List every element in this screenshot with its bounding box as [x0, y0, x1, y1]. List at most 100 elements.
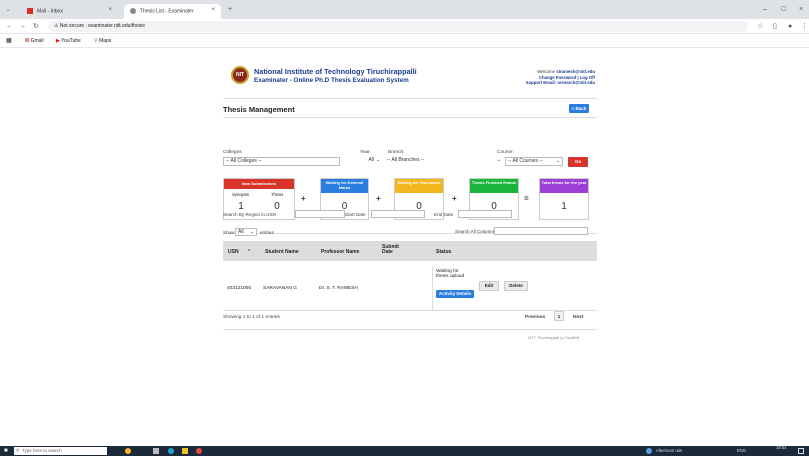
col-professor-name[interactable]: Professor Name: [321, 249, 359, 255]
total-thesis-count[interactable]: 1: [540, 201, 588, 212]
apps-icon[interactable]: ▦: [6, 34, 12, 48]
col-status[interactable]: Status: [436, 249, 451, 255]
previous-button[interactable]: Previous: [525, 315, 545, 320]
end-date-input[interactable]: [458, 210, 512, 218]
notification-icon[interactable]: [798, 448, 804, 454]
explorer-icon[interactable]: [182, 448, 188, 454]
equals-operator: =: [524, 194, 529, 203]
next-button[interactable]: Next: [573, 315, 583, 320]
back-button[interactable]: < Back: [569, 104, 589, 113]
restore-icon[interactable]: ▢: [781, 6, 787, 13]
taskview-icon[interactable]: [153, 448, 159, 454]
thesis-label: Thesis: [271, 192, 284, 197]
nit-logo: NIT: [231, 66, 249, 84]
cell-status: Waiting for thesis upload: [436, 269, 465, 279]
search-all-input[interactable]: [494, 227, 588, 235]
page-1-button[interactable]: 1: [554, 311, 564, 321]
start-date-label: Start Date: [345, 212, 366, 217]
region-search-input[interactable]: [295, 210, 345, 218]
clock-text[interactable]: 18:54: [776, 445, 786, 450]
divider: [223, 329, 597, 330]
card-header: New Submissions: [224, 179, 294, 189]
close-tab-icon[interactable]: ×: [211, 7, 215, 13]
bookmark-youtube[interactable]: ▶ YouTube: [56, 34, 81, 48]
chevron-down-icon: ⌄: [375, 157, 380, 163]
table-header: USN ^ Student Name Professor Name Submit…: [223, 241, 597, 261]
system-name: Examinater - Online Ph.D Thesis Evaluati…: [254, 77, 409, 84]
user-box: Welcome stramesh@nitt.edu Change Passwor…: [526, 69, 595, 86]
course-label: Course:: [497, 150, 514, 155]
card-header: Waiting for External Marks: [321, 179, 368, 193]
language-text: ENG: [737, 448, 747, 453]
institute-header: National Institute of Technology Tiruchi…: [254, 67, 417, 84]
total-thesis-card: Total thesis for the year 1: [539, 178, 589, 220]
chevron-down-icon: ⌄: [555, 158, 560, 164]
page-title: Thesis Management: [223, 105, 295, 114]
separator: |: [577, 74, 579, 80]
address-bar[interactable]: ⚠ Not secure | examinater.nitt.edu/thesi…: [48, 21, 748, 32]
table-row: 403121005 SARAVANAN G Dr. S. T. RAMESH W…: [223, 261, 597, 311]
activity-details-button[interactable]: Activity Details: [436, 290, 474, 298]
delete-button[interactable]: Delete: [504, 281, 528, 291]
edit-button[interactable]: Edit: [479, 281, 499, 291]
tab-mail[interactable]: Mail - Inbox ×: [21, 4, 118, 19]
close-window-icon[interactable]: ×: [799, 6, 803, 13]
widget-icon[interactable]: [125, 448, 131, 454]
support-email-link[interactable]: research@nitt.edu: [557, 80, 595, 85]
weather-icon[interactable]: [646, 448, 652, 454]
windows-start-icon[interactable]: ■: [4, 448, 8, 455]
synopsis-label: Synopsis: [232, 192, 249, 197]
profile-icon[interactable]: ●: [788, 23, 792, 30]
mail-favicon-icon: [27, 8, 33, 14]
close-tab-icon[interactable]: ×: [108, 7, 112, 13]
logoff-link[interactable]: Log Off: [580, 75, 595, 80]
minimize-icon[interactable]: –: [763, 6, 767, 13]
chevron-down-icon: ⌄: [496, 157, 501, 163]
reload-icon[interactable]: ↻: [33, 23, 39, 30]
col-student-name[interactable]: Student Name: [265, 249, 299, 255]
security-label: Not secure: [59, 23, 85, 29]
divider: [223, 117, 597, 118]
status-cell-divider: [432, 267, 433, 311]
course-select[interactable]: -- All Courses -- ⌄: [505, 157, 563, 166]
support-label: Support Email:: [525, 80, 557, 85]
entries-select[interactable]: All ⌄: [235, 228, 257, 236]
url-text: examinater.nitt.edu/thesis: [88, 23, 145, 29]
page-content: NIT National Institute of Technology Tir…: [223, 60, 597, 350]
bookmark-gmail[interactable]: M Gmail: [25, 34, 44, 48]
new-tab-icon[interactable]: +: [228, 6, 232, 13]
col-usn[interactable]: USN ^: [228, 249, 250, 255]
tab-label: Mail - Inbox: [37, 8, 63, 15]
footer-text: NITT, Tiruchirappalli (c) TrustSoft: [528, 336, 579, 340]
welcome-label: Welcome: [537, 69, 555, 74]
region-search-label: Search By Region in USN: [223, 212, 276, 217]
edge-icon[interactable]: [168, 448, 174, 454]
plus-operator: +: [301, 194, 306, 203]
back-arrow-icon[interactable]: ←: [6, 23, 13, 30]
cell-usn: 403121005: [227, 286, 252, 291]
plus-operator: +: [452, 194, 457, 203]
menu-icon[interactable]: ⋮: [801, 23, 808, 30]
taskbar-search[interactable]: ⚲ Type here to search: [14, 447, 107, 455]
go-button[interactable]: Go: [568, 157, 588, 167]
change-password-link[interactable]: Change Password: [539, 75, 576, 80]
tab-label: Thesis List - Examinater: [140, 8, 194, 15]
plus-operator: +: [376, 194, 381, 203]
colleges-label: Colleges: [223, 150, 242, 155]
browser-toolbar: ← → ↻ ⚠ Not secure | examinater.nitt.edu…: [0, 19, 809, 34]
star-icon[interactable]: ☆: [757, 23, 763, 30]
tab-thesis[interactable]: Thesis List - Examinater ×: [124, 4, 221, 19]
tab-search-icon[interactable]: ⌄: [6, 7, 10, 14]
search-all-label: Search All Columns: [455, 229, 496, 234]
entries-label: entries: [260, 230, 274, 235]
year-select[interactable]: All ⌄: [342, 157, 382, 166]
cell-professor: Dr. S. T. RAMESH: [319, 286, 358, 291]
branch-select[interactable]: -- All Branches -- ⌄: [385, 157, 503, 166]
bookmark-maps[interactable]: ⚲ Maps: [94, 34, 111, 48]
forward-arrow-icon[interactable]: →: [19, 23, 26, 30]
col-submit-date[interactable]: Submit Date: [382, 244, 402, 256]
chrome-icon[interactable]: [196, 448, 202, 454]
sidepanel-icon[interactable]: ▯: [773, 23, 777, 30]
start-date-input[interactable]: [371, 210, 425, 218]
colleges-select[interactable]: -- All Colleges --: [223, 157, 340, 166]
